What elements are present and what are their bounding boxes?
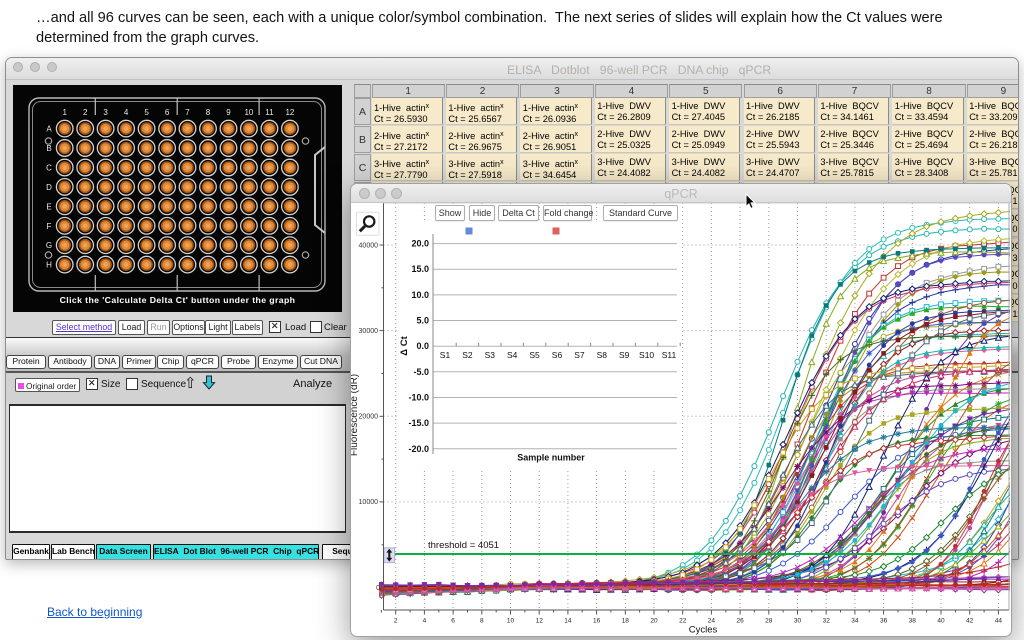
svg-text:B: B bbox=[46, 144, 51, 153]
svg-text:16: 16 bbox=[593, 618, 601, 625]
svg-text:S1: S1 bbox=[440, 350, 451, 360]
svg-text:3: 3 bbox=[103, 108, 108, 117]
svg-text:S10: S10 bbox=[639, 350, 654, 360]
svg-text:threshold = 4051: threshold = 4051 bbox=[428, 540, 499, 551]
svg-text:7: 7 bbox=[185, 108, 190, 117]
svg-text:10.0: 10.0 bbox=[411, 290, 429, 300]
svg-text:12: 12 bbox=[536, 618, 544, 625]
svg-text:S11: S11 bbox=[662, 350, 677, 360]
svg-text:A: A bbox=[46, 125, 52, 134]
svg-text:C: C bbox=[46, 164, 52, 173]
svg-text:20.0: 20.0 bbox=[411, 239, 429, 249]
svg-text:E: E bbox=[46, 202, 51, 211]
svg-text:42: 42 bbox=[966, 618, 974, 625]
svg-text:10: 10 bbox=[507, 618, 515, 625]
svg-text:S8: S8 bbox=[597, 350, 608, 360]
svg-text:6: 6 bbox=[451, 618, 455, 625]
svg-text:8: 8 bbox=[480, 618, 484, 625]
svg-text:10: 10 bbox=[244, 108, 253, 117]
svg-text:G: G bbox=[46, 241, 52, 250]
svg-text:32: 32 bbox=[823, 618, 831, 625]
svg-text:Sample number: Sample number bbox=[517, 453, 585, 463]
svg-text:30000: 30000 bbox=[359, 328, 379, 335]
svg-text:20000: 20000 bbox=[359, 414, 379, 421]
svg-text:40: 40 bbox=[937, 618, 945, 625]
svg-text:S9: S9 bbox=[619, 350, 630, 360]
svg-text:14: 14 bbox=[564, 618, 572, 625]
svg-text:-20.0: -20.0 bbox=[408, 444, 429, 454]
svg-text:9: 9 bbox=[226, 108, 231, 117]
svg-text:5: 5 bbox=[144, 108, 149, 117]
svg-text:30: 30 bbox=[794, 618, 802, 625]
svg-text:6: 6 bbox=[165, 108, 170, 117]
svg-text:2: 2 bbox=[83, 108, 88, 117]
svg-text:38: 38 bbox=[909, 618, 917, 625]
svg-text:40000: 40000 bbox=[359, 242, 379, 249]
svg-text:36: 36 bbox=[880, 618, 888, 625]
svg-text:S3: S3 bbox=[485, 350, 496, 360]
svg-text:18: 18 bbox=[622, 618, 630, 625]
svg-text:15.0: 15.0 bbox=[411, 264, 429, 274]
svg-text:12: 12 bbox=[285, 108, 294, 117]
svg-text:0: 0 bbox=[376, 585, 380, 592]
svg-text:0.0: 0.0 bbox=[416, 341, 429, 351]
svg-text:26: 26 bbox=[736, 618, 744, 625]
svg-text:Cycles: Cycles bbox=[689, 625, 718, 636]
svg-text:Fluorescence (dR): Fluorescence (dR) bbox=[351, 374, 360, 456]
svg-text:S4: S4 bbox=[507, 350, 518, 360]
svg-text:S6: S6 bbox=[552, 350, 563, 360]
svg-text:D: D bbox=[46, 183, 52, 192]
svg-text:24: 24 bbox=[708, 618, 716, 625]
svg-text:-5.0: -5.0 bbox=[413, 367, 429, 377]
svg-text:2: 2 bbox=[394, 618, 398, 625]
svg-text:20: 20 bbox=[650, 618, 658, 625]
svg-text:10000: 10000 bbox=[359, 499, 379, 506]
svg-text:11: 11 bbox=[265, 108, 274, 117]
svg-text:22: 22 bbox=[679, 618, 687, 625]
svg-text:8: 8 bbox=[206, 108, 211, 117]
svg-text:S7: S7 bbox=[574, 350, 585, 360]
svg-text:S2: S2 bbox=[462, 350, 473, 360]
svg-text:F: F bbox=[47, 222, 52, 231]
svg-text:S5: S5 bbox=[529, 350, 540, 360]
svg-text:34: 34 bbox=[851, 618, 859, 625]
svg-text:-15.0: -15.0 bbox=[408, 418, 429, 428]
svg-text:Δ Ct: Δ Ct bbox=[399, 335, 410, 355]
svg-text:1: 1 bbox=[62, 108, 67, 117]
svg-text:28: 28 bbox=[765, 618, 773, 625]
svg-text:H: H bbox=[46, 261, 52, 270]
svg-text:-10.0: -10.0 bbox=[408, 393, 429, 403]
svg-text:4: 4 bbox=[423, 618, 427, 625]
svg-text:4: 4 bbox=[124, 108, 129, 117]
svg-text:44: 44 bbox=[995, 618, 1003, 625]
svg-text:5.0: 5.0 bbox=[416, 316, 429, 326]
